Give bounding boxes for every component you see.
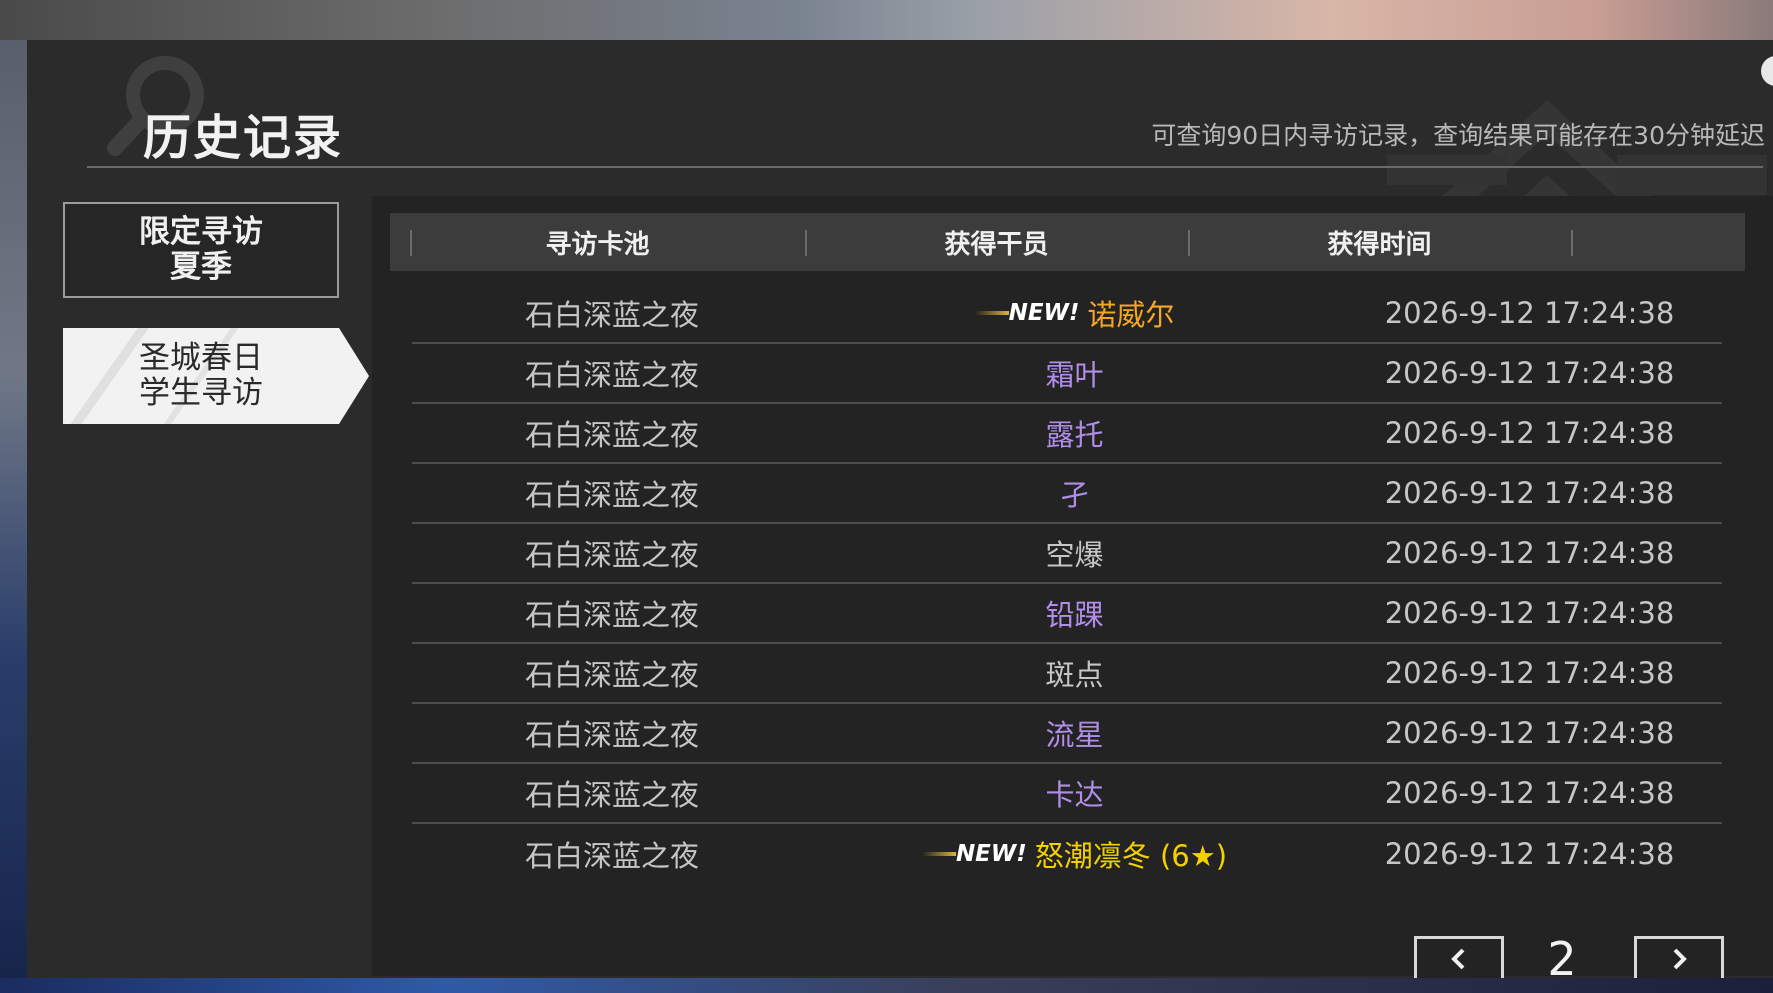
current-page: 2 [1547, 932, 1577, 978]
cell-pool: 石白深蓝之夜 [524, 598, 699, 632]
background-top [0, 0, 1773, 40]
table-row: 石白深蓝之夜 空爆 2026-9-12 17:24:38 [412, 524, 1722, 584]
cell-pool: 石白深蓝之夜 [524, 538, 699, 572]
cell-operator: NEW! 怒潮凛冬 (6★) [812, 833, 1337, 875]
operator-name: 铅踝 [1045, 598, 1104, 632]
page-title: 历史记录 [143, 110, 344, 166]
header-operator: 获得干员 [944, 229, 1049, 260]
cell-pool: 石白深蓝之夜 [524, 839, 699, 873]
new-badge: NEW! [921, 841, 1027, 867]
new-streak [974, 311, 1009, 315]
cell-operator: 露托 [812, 412, 1337, 454]
background-bottom [0, 978, 1773, 993]
records-area: 寻访卡池 获得干员 获得时间 石白深蓝之夜 NEW! 诺威尔 2026-9-12 17… [372, 196, 1773, 978]
next-page-button[interactable] [1634, 936, 1724, 978]
cell-operator: 空爆 [812, 532, 1337, 574]
prev-page-button[interactable] [1414, 936, 1504, 978]
table-row: 石白深蓝之夜 铅踝 2026-9-12 17:24:38 [412, 584, 1722, 644]
cell-operator: 孑 [812, 472, 1337, 514]
operator-name: 孑 [1059, 478, 1089, 512]
operator-name: 流星 [1045, 718, 1104, 752]
chevron-left-icon [1451, 948, 1465, 970]
new-streak [921, 852, 956, 856]
header-time: 获得时间 [1327, 229, 1432, 260]
table-row: 石白深蓝之夜 流星 2026-9-12 17:24:38 [412, 704, 1722, 764]
cell-time: 2026-9-12 17:24:38 [1384, 416, 1675, 450]
cell-time: 2026-9-12 17:24:38 [1384, 296, 1675, 330]
operator-name: 诺威尔 [1087, 298, 1175, 332]
cell-pool: 石白深蓝之夜 [524, 298, 699, 332]
cell-operator: 铅踝 [812, 592, 1337, 634]
title-divider [87, 166, 1763, 168]
operator-name: 斑点 [1045, 658, 1104, 692]
cell-time: 2026-9-12 17:24:38 [1384, 776, 1675, 810]
cell-operator: NEW! 诺威尔 [812, 292, 1337, 334]
cell-time: 2026-9-12 17:24:38 [1384, 536, 1675, 570]
cell-time: 2026-9-12 17:24:38 [1384, 476, 1675, 510]
cell-pool: 石白深蓝之夜 [524, 358, 699, 392]
background-left [0, 40, 27, 993]
history-panel: 历史记录 可查询90日内寻访记录，查询结果可能存在30分钟延迟 限定寻访 夏季 … [27, 40, 1773, 978]
header-pool: 寻访卡池 [545, 229, 650, 260]
new-label: NEW! [955, 841, 1027, 867]
table-row: 石白深蓝之夜 斑点 2026-9-12 17:24:38 [412, 644, 1722, 704]
operator-name: 空爆 [1045, 538, 1104, 572]
new-badge: NEW! [974, 300, 1080, 326]
new-label: NEW! [1008, 300, 1080, 326]
header-separator [1571, 230, 1573, 256]
table-row: 石白深蓝之夜 NEW! 诺威尔 2026-9-12 17:24:38 [412, 284, 1722, 344]
records-table-body: 石白深蓝之夜 NEW! 诺威尔 2026-9-12 17:24:38 石白深蓝之夜 霜叶 2… [412, 284, 1722, 884]
cell-operator: 霜叶 [812, 352, 1337, 394]
operator-name: 露托 [1045, 418, 1104, 452]
cell-pool: 石白深蓝之夜 [524, 658, 699, 692]
tab-limited-summer[interactable]: 限定寻访 夏季 [63, 202, 339, 298]
table-row: 石白深蓝之夜 露托 2026-9-12 17:24:38 [412, 404, 1722, 464]
query-notice: 可查询90日内寻访记录，查询结果可能存在30分钟延迟 [1151, 121, 1765, 150]
cell-pool: 石白深蓝之夜 [524, 478, 699, 512]
chevron-right-icon [1673, 948, 1687, 970]
tab-label-line2: 夏季 [170, 249, 232, 285]
cell-time: 2026-9-12 17:24:38 [1384, 656, 1675, 690]
pagination: 2 [372, 928, 1773, 978]
cell-time: 2026-9-12 17:24:38 [1384, 716, 1675, 750]
cell-pool: 石白深蓝之夜 [524, 778, 699, 812]
operator-name: 霜叶 [1045, 358, 1104, 392]
tab-holy-city-spring[interactable]: 圣城春日 学生寻访 [63, 328, 369, 424]
table-row: 石白深蓝之夜 NEW! 怒潮凛冬 (6★) 2026-9-12 17:24:38 [412, 824, 1722, 884]
tab-label-line2: 学生寻访 [139, 375, 263, 411]
cell-pool: 石白深蓝之夜 [524, 718, 699, 752]
cell-operator: 流星 [812, 712, 1337, 754]
table-row: 石白深蓝之夜 霜叶 2026-9-12 17:24:38 [412, 344, 1722, 404]
tab-label-line1: 圣城春日 [139, 340, 263, 376]
table-row: 石白深蓝之夜 卡达 2026-9-12 17:24:38 [412, 764, 1722, 824]
cell-time: 2026-9-12 17:24:38 [1384, 356, 1675, 390]
cell-operator: 卡达 [812, 772, 1337, 814]
operator-name: 卡达 [1045, 778, 1104, 812]
operator-name: 怒潮凛冬 (6★) [1034, 839, 1228, 873]
cell-time: 2026-9-12 17:24:38 [1384, 596, 1675, 630]
cell-time: 2026-9-12 17:24:38 [1384, 837, 1675, 871]
cell-pool: 石白深蓝之夜 [524, 418, 699, 452]
cell-operator: 斑点 [812, 652, 1337, 694]
table-row: 石白深蓝之夜 孑 2026-9-12 17:24:38 [412, 464, 1722, 524]
table-header: 寻访卡池 获得干员 获得时间 [390, 213, 1745, 271]
tab-label-line1: 限定寻访 [139, 214, 263, 250]
